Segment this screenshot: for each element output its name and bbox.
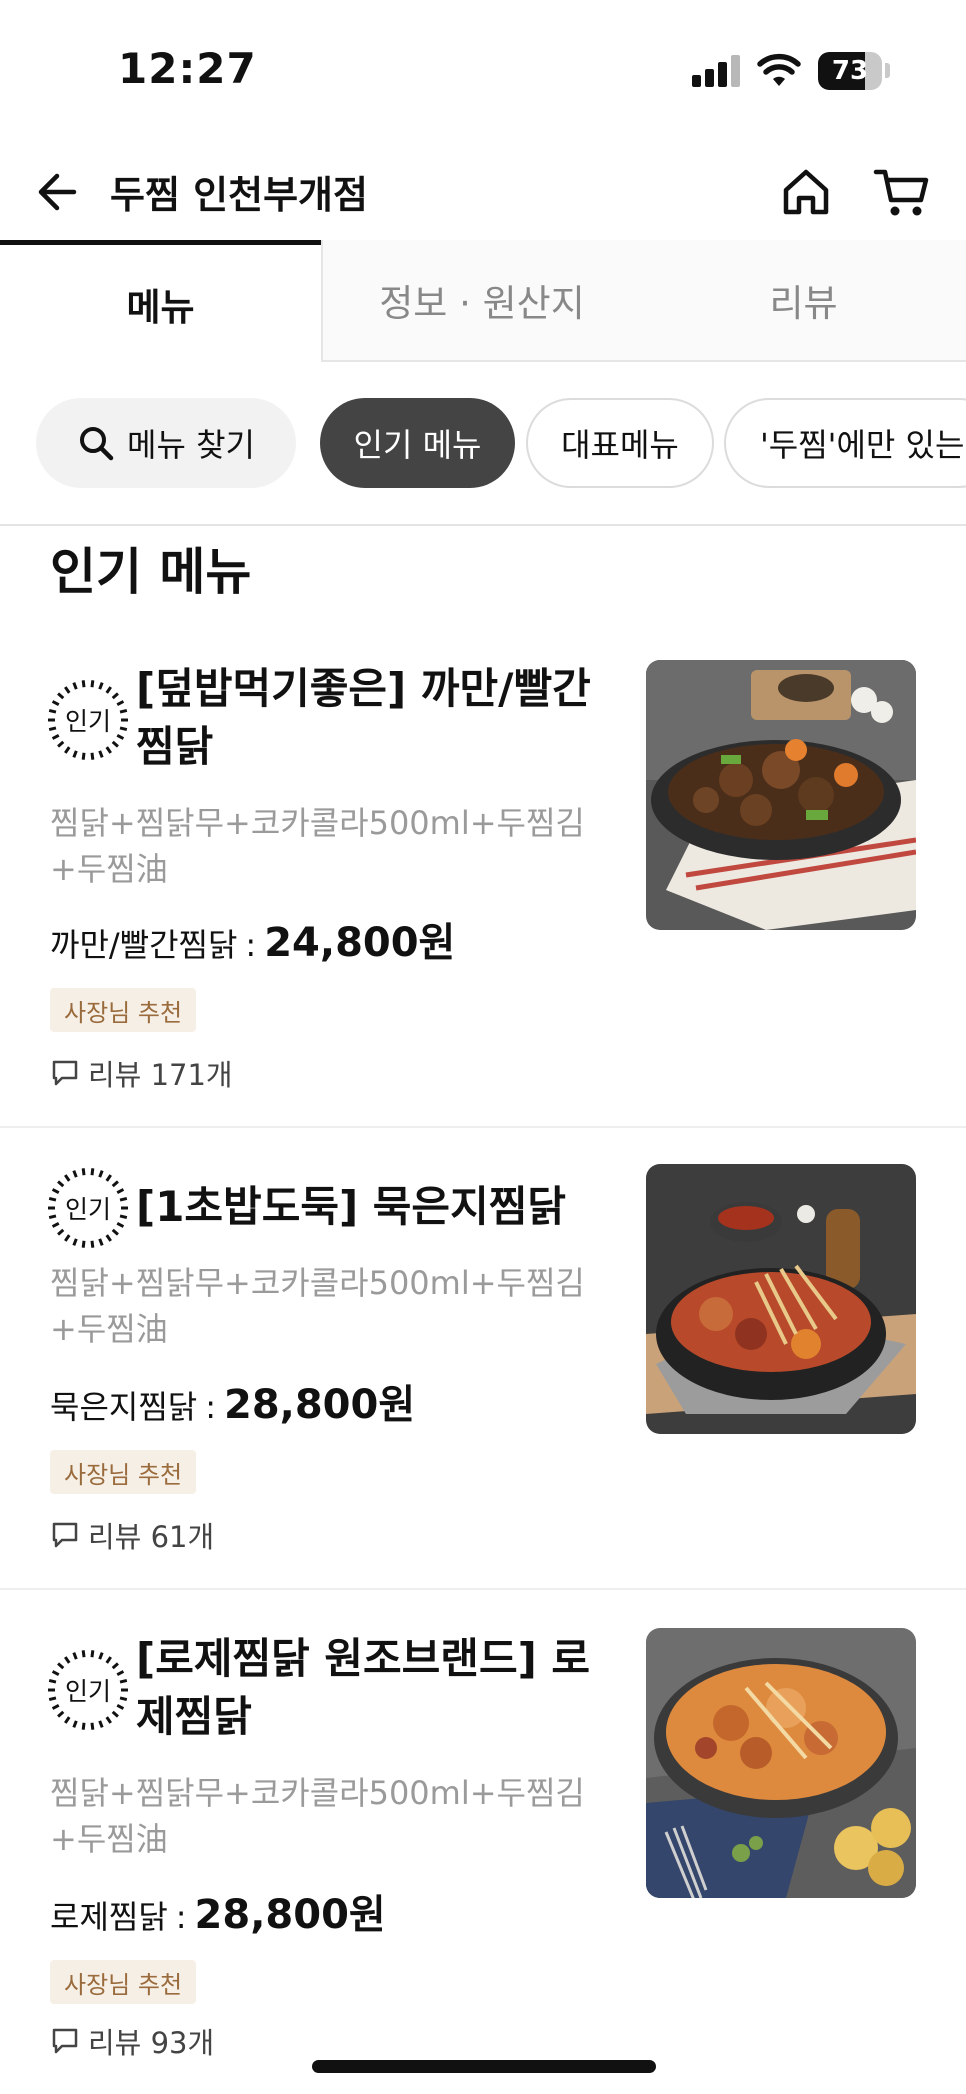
review-bubble-icon [52, 1522, 78, 1548]
menu-item[interactable]: 인기 [덮밥먹기좋은] 까만/빨간찜닭 찜닭+찜닭무+코카콜라500ml+두찜김… [0, 640, 966, 1128]
owner-recommend-badge: 사장님 추천 [50, 1960, 197, 2004]
battery-icon: 73 [818, 52, 882, 90]
menu-item-description: 찜닭+찜닭무+코카콜라500ml+두찜김+두찜油 [50, 1264, 585, 1348]
menu-item-price: 로제찜닭:28,800원 [50, 1892, 386, 1938]
wifi-icon [757, 53, 801, 86]
menu-item-price: 까만/빨간찜닭:24,800원 [50, 920, 456, 966]
tab-info-origin[interactable]: 정보 · 원산지 [321, 240, 641, 362]
popular-badge-label: 인기 [65, 707, 111, 736]
review-count-label: 리뷰 93개 [88, 2026, 215, 2060]
home-icon [783, 169, 829, 215]
cart-icon [873, 169, 929, 216]
popular-badge-icon: 인기 [48, 1650, 128, 1730]
price-label: 묵은지찜닭 [50, 1388, 198, 1426]
owner-recommend-badge: 사장님 추천 [50, 1450, 197, 1494]
menu-item[interactable]: 인기 [1초밥도둑] 묵은지찜닭 찜닭+찜닭무+코카콜라500ml+두찜김+두찜… [0, 1128, 966, 1590]
review-count-label: 리뷰 171개 [88, 1058, 233, 1092]
menu-item-name: [덮밥먹기좋은] 까만/빨간찜닭 [136, 664, 591, 771]
store-tabs: 메뉴 정보 · 원산지 리뷰 [0, 240, 966, 362]
tab-menu[interactable]: 메뉴 [0, 240, 321, 362]
review-count: 리뷰 171개 [50, 1052, 233, 1094]
menu-item-name: [1초밥도둑] 묵은지찜닭 [136, 1182, 566, 1231]
menu-item-photo [646, 1628, 916, 1898]
chip-exclusive-menu[interactable]: '두찜'에만 있는 메뉴 [724, 398, 966, 488]
price-value: 28,800원 [194, 1892, 386, 1938]
review-count: 리뷰 93개 [50, 2020, 214, 2062]
review-count-label: 리뷰 61개 [88, 1520, 215, 1554]
back-button[interactable] [30, 162, 90, 222]
tab-reviews[interactable]: 리뷰 [641, 240, 966, 362]
menu-item-price: 묵은지찜닭:28,800원 [50, 1382, 416, 1428]
price-value: 28,800원 [223, 1382, 416, 1428]
menu-item-photo [646, 660, 916, 930]
price-label: 로제찜닭 [50, 1898, 168, 1936]
popular-badge-label: 인기 [65, 1195, 111, 1224]
home-button[interactable] [778, 164, 834, 220]
price-label: 까만/빨간찜닭 [50, 926, 238, 964]
popular-badge-icon: 인기 [48, 1168, 128, 1248]
chip-popular-menu[interactable]: 인기 메뉴 [320, 398, 515, 488]
menu-item-description: 찜닭+찜닭무+코카콜라500ml+두찜김+두찜油 [50, 1774, 585, 1858]
review-bubble-icon [52, 1060, 78, 1086]
store-title: 두찜 인천부개점 [110, 173, 368, 217]
menu-search-label: 메뉴 찾기 [127, 426, 255, 464]
home-indicator [312, 2060, 656, 2073]
popular-badge-label: 인기 [65, 1677, 111, 1706]
store-menu-page: 12:27 73 두찜 인천부개점 메뉴 정보 · 원산지 리뷰 메뉴 찾기 인… [0, 0, 966, 2094]
review-bubble-icon [52, 2028, 78, 2054]
menu-item[interactable]: 인기 [로제찜닭 원조브랜드] 로제찜닭 찜닭+찜닭무+코카콜라500ml+두찜… [0, 1590, 966, 2094]
chip-representative-menu[interactable]: 대표메뉴 [526, 398, 714, 488]
popular-badge-icon: 인기 [48, 680, 128, 760]
menu-filter-chips: 메뉴 찾기 인기 메뉴 대표메뉴 '두찜'에만 있는 메뉴 [0, 398, 966, 490]
back-arrow-icon [38, 173, 77, 211]
section-divider [0, 524, 966, 526]
search-icon [80, 427, 114, 461]
signal-icon [692, 55, 742, 87]
review-count: 리뷰 61개 [50, 1514, 214, 1556]
status-bar: 12:27 73 [0, 0, 966, 140]
price-value: 24,800원 [264, 920, 456, 966]
status-time: 12:27 [118, 44, 257, 93]
section-title: 인기 메뉴 [50, 543, 252, 601]
top-app-bar: 두찜 인천부개점 [0, 150, 966, 234]
owner-recommend-badge: 사장님 추천 [50, 988, 197, 1032]
cart-button[interactable] [872, 164, 932, 220]
menu-item-photo [646, 1164, 916, 1434]
menu-item-name: [로제찜닭 원조브랜드] 로제찜닭 [136, 1634, 591, 1741]
battery-level: 73 [831, 56, 869, 86]
menu-search-chip[interactable]: 메뉴 찾기 [36, 398, 296, 488]
menu-item-description: 찜닭+찜닭무+코카콜라500ml+두찜김+두찜油 [50, 804, 585, 888]
